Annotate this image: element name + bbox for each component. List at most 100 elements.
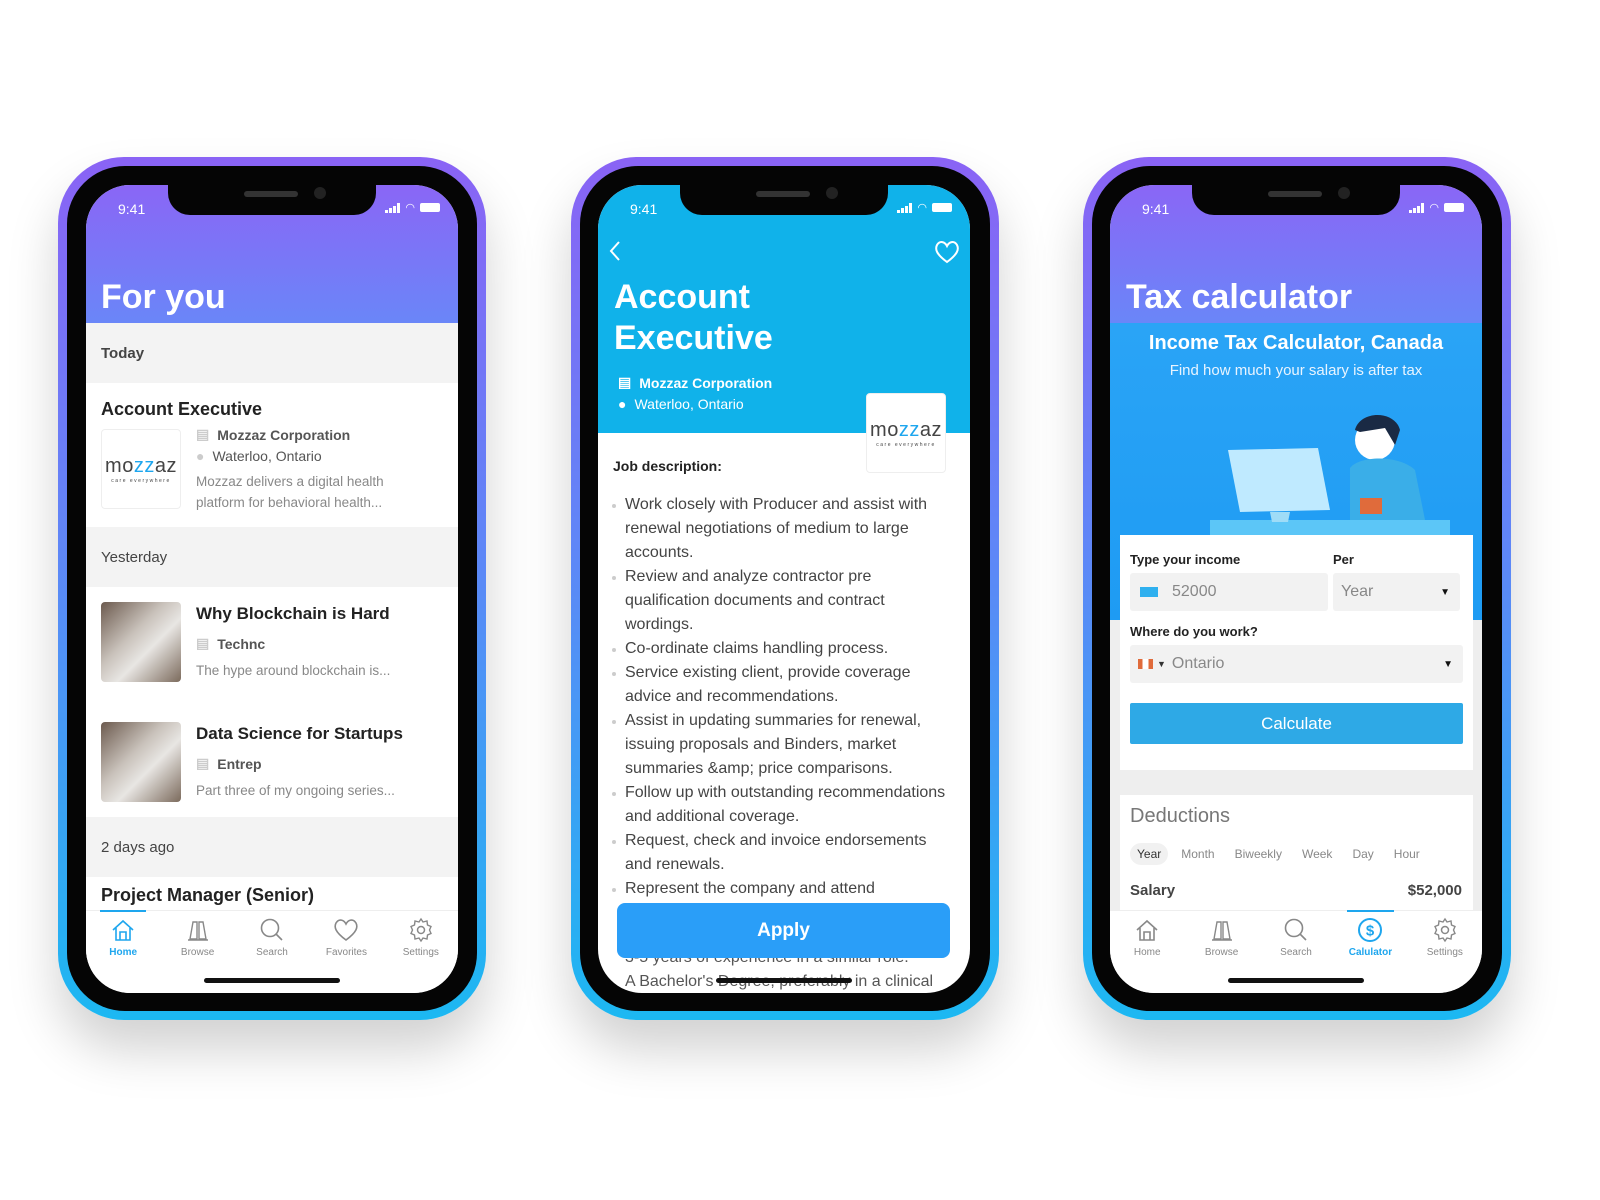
job-title-line2: Executive <box>614 319 773 357</box>
article-excerpt: The hype around blockchain is... <box>196 663 391 678</box>
article-thumbnail <box>101 722 181 802</box>
job-duty-item: Co-ordinate claims handling process. <box>612 637 957 661</box>
article-category: Entrep <box>217 755 262 772</box>
province-select[interactable]: ▼ Ontario ▼ <box>1130 645 1463 683</box>
income-label: Type your income <box>1130 552 1241 567</box>
section-today: Today <box>86 323 458 383</box>
gear-icon <box>409 917 432 943</box>
logo-tagline: care everywhere <box>876 441 936 448</box>
status-icons: ◠ <box>1409 201 1464 214</box>
tab-label: Settings <box>402 947 439 958</box>
phone-calculator: 9:41 ◠ Tax calculator Income Tax Calcula… <box>1083 157 1511 1020</box>
logo-word: mozzaz <box>105 454 177 477</box>
binoculars-icon <box>1211 921 1232 941</box>
job-card[interactable]: Account Executive mozzaz care everywhere … <box>86 383 458 527</box>
tab-settings[interactable]: Settings <box>1408 911 1482 993</box>
active-tab-indicator <box>1347 910 1394 912</box>
battery-icon <box>1444 203 1464 212</box>
tab-home[interactable]: Home <box>86 910 160 993</box>
job-duty-item: Request, check and invoice endorsements … <box>612 829 957 877</box>
search-icon <box>1284 918 1307 941</box>
calculate-button[interactable]: Calculate <box>1130 703 1463 744</box>
home-indicator <box>716 978 852 983</box>
status-icons: ◠ <box>897 201 952 214</box>
dropdown-arrow-icon: ▼ <box>1443 658 1453 670</box>
feed-screen: 9:41 ◠ For you Today Account Executive m… <box>86 185 458 993</box>
wifi-icon: ◠ <box>1429 202 1439 214</box>
article-title: Data Science for Startups <box>196 724 403 743</box>
income-input[interactable]: 52000 <box>1130 573 1328 611</box>
period-tabs: Year Month Biweekly Week Day Hour <box>1130 843 1427 865</box>
search-icon <box>260 918 283 941</box>
job-duty-item: Review and analyze contractor pre qualif… <box>612 565 957 637</box>
job-duty-item: Represent the company and attend <box>612 877 957 901</box>
binoculars-icon <box>187 921 208 941</box>
section-yesterday: Yesterday <box>86 527 458 587</box>
per-label: Per <box>1333 552 1354 567</box>
period-tab-day[interactable]: Day <box>1345 843 1380 865</box>
period-tab-month[interactable]: Month <box>1174 843 1221 865</box>
home-indicator <box>1228 978 1364 983</box>
company-name: Mozzaz Corporation <box>217 426 351 443</box>
deductions-title: Deductions <box>1130 805 1231 827</box>
period-tab-biweekly[interactable]: Biweekly <box>1228 843 1289 865</box>
job-duty-item: Assist in updating summaries for renewal… <box>612 709 957 781</box>
tab-label: Favorites <box>325 947 367 958</box>
page-title: Tax calculator <box>1126 278 1353 316</box>
company-logo: mozzaz care everywhere <box>866 393 946 473</box>
tab-home[interactable]: Home <box>1110 911 1184 993</box>
wifi-icon: ◠ <box>405 202 415 214</box>
article-card[interactable]: Why Blockchain is Hard ▤ Technc The hype ar… <box>86 587 458 697</box>
section-2-days-ago: 2 days ago <box>86 817 458 877</box>
svg-text:$: $ <box>1366 923 1375 940</box>
article-card[interactable]: Data Science for Startups ▤ Entrep Part thr… <box>86 707 458 817</box>
tab-label: Calulator <box>1348 947 1393 958</box>
phone-detail: 9:41 ◠ Account Executive ▤ Mozzaz Corpora… <box>571 157 999 1020</box>
article-title: Why Blockchain is Hard <box>196 604 390 623</box>
status-time: 9:41 <box>1142 201 1170 217</box>
location-pin-icon: ● <box>196 448 205 464</box>
company-logo: mozzaz care everywhere <box>101 429 181 509</box>
phone-feed: 9:41 ◠ For you Today Account Executive m… <box>58 157 486 1020</box>
dollar-circle-icon: $ <box>1358 918 1383 942</box>
income-value: 52000 <box>1172 583 1217 600</box>
tab-label: Browse <box>1204 947 1239 958</box>
tab-settings[interactable]: Settings <box>384 911 458 993</box>
per-select[interactable]: Year ▼ <box>1333 573 1460 611</box>
tab-label: Search <box>1280 947 1312 958</box>
back-chevron-icon[interactable] <box>608 240 622 262</box>
signal-icon <box>897 202 913 213</box>
work-label: Where do you work? <box>1130 624 1258 639</box>
article-excerpt: Part three of my ongoing series... <box>196 783 395 798</box>
calculator-subtitle: Income Tax Calculator, Canada <box>1148 332 1444 354</box>
per-value: Year <box>1341 583 1374 600</box>
salary-value: $52,000 <box>1407 882 1462 899</box>
location: Waterloo, Ontario <box>212 448 322 464</box>
job-title-line1: Account <box>614 278 750 316</box>
building-icon: ▤ <box>196 426 210 442</box>
logo-tagline: care everywhere <box>111 477 171 484</box>
person-at-computer-illustration <box>1210 415 1450 535</box>
location: Waterloo, Ontario <box>634 396 744 412</box>
category-icon: ▤ <box>196 635 210 651</box>
company-name: Mozzaz Corporation <box>639 374 773 391</box>
apply-button[interactable]: Apply <box>617 903 950 958</box>
job-title: Project Manager (Senior) <box>101 885 315 905</box>
tab-label: Search <box>256 947 288 958</box>
category-icon: ▤ <box>196 755 210 771</box>
dropdown-arrow-icon: ▼ <box>1440 586 1450 598</box>
period-tab-week[interactable]: Week <box>1295 843 1339 865</box>
heart-icon[interactable] <box>934 240 960 264</box>
job-description: Mozzaz delivers a digital health platfor… <box>196 474 384 510</box>
canada-flag-icon <box>1138 659 1153 669</box>
gear-icon <box>1433 917 1456 943</box>
tab-label: Home <box>1133 947 1161 958</box>
job-duty-item: Follow up with outstanding recommendatio… <box>612 781 957 829</box>
job-description-label: Job description: <box>613 458 722 474</box>
salary-label: Salary <box>1130 882 1176 899</box>
job-description-list: Work closely with Producer and assist wi… <box>612 493 957 901</box>
job-duty-item: Work closely with Producer and assist wi… <box>612 493 957 565</box>
period-tab-year[interactable]: Year <box>1130 843 1169 865</box>
calculator-screen: 9:41 ◠ Tax calculator Income Tax Calcula… <box>1110 185 1482 993</box>
period-tab-hour[interactable]: Hour <box>1387 843 1427 865</box>
